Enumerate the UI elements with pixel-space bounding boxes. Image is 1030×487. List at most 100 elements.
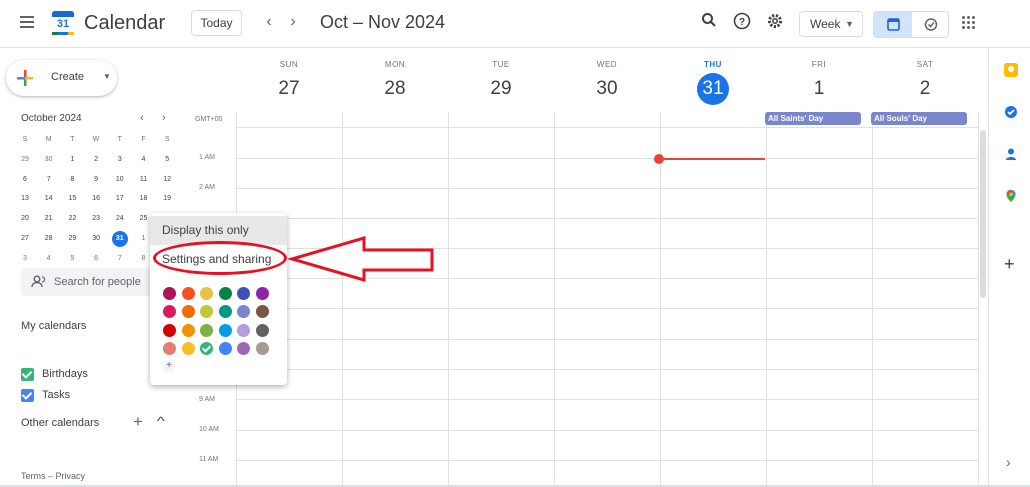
day-number[interactable]: 29 <box>448 78 554 100</box>
view-select[interactable]: Week ▼ <box>799 11 863 37</box>
color-swatch[interactable] <box>237 287 250 300</box>
color-swatch[interactable] <box>237 341 250 355</box>
color-swatch[interactable] <box>255 341 269 355</box>
day-number[interactable]: 30 <box>554 78 660 100</box>
color-swatch[interactable] <box>163 341 176 355</box>
all-day-event[interactable]: All Souls' Day <box>871 112 967 125</box>
color-swatch[interactable] <box>200 287 213 300</box>
color-swatch[interactable] <box>218 287 232 300</box>
day-header[interactable]: FRI 1 <box>766 60 872 100</box>
day-number[interactable]: 31 <box>697 73 729 105</box>
mini-calendar-day[interactable]: 8 <box>62 171 82 189</box>
maps-icon[interactable] <box>1004 189 1018 203</box>
mini-calendar-day[interactable]: 28 <box>39 230 59 248</box>
create-button[interactable]: Create ▼ <box>6 60 117 96</box>
add-icon[interactable]: + <box>1004 254 1015 275</box>
color-swatch[interactable] <box>218 341 232 355</box>
day-number[interactable]: 27 <box>236 78 342 100</box>
day-number[interactable]: 1 <box>766 78 872 100</box>
color-swatch[interactable] <box>218 323 232 337</box>
grid-scrollbar[interactable] <box>980 130 986 298</box>
mini-calendar-day[interactable]: 31 <box>110 230 130 248</box>
collapse-icon[interactable]: ^ <box>157 414 165 428</box>
mini-calendar-day[interactable]: 17 <box>110 190 130 208</box>
color-swatch[interactable] <box>255 287 269 300</box>
color-swatch[interactable] <box>237 323 250 337</box>
main-menu-icon[interactable] <box>20 16 34 28</box>
mini-calendar-day[interactable]: 20 <box>15 210 35 228</box>
day-number[interactable]: 28 <box>342 78 448 100</box>
color-swatch[interactable] <box>255 323 269 337</box>
mini-calendar-day[interactable]: 14 <box>39 190 59 208</box>
mini-calendar-day[interactable]: 13 <box>15 190 35 208</box>
contacts-icon[interactable] <box>1004 147 1018 161</box>
my-calendars-title[interactable]: My calendars <box>21 320 86 332</box>
mini-calendar-day[interactable]: 7 <box>39 171 59 189</box>
chevron-right-icon[interactable]: › <box>283 12 303 32</box>
birthdays-checkbox[interactable] <box>21 368 34 381</box>
tasks-icon[interactable] <box>1004 105 1018 119</box>
day-header[interactable]: WED 30 <box>554 60 660 100</box>
mini-calendar-day[interactable]: 11 <box>134 171 154 189</box>
mini-calendar-day[interactable]: 6 <box>15 171 35 189</box>
mini-calendar-day[interactable]: 30 <box>86 230 106 248</box>
mini-calendar-day[interactable]: 9 <box>86 171 106 189</box>
mini-calendar-day[interactable]: 12 <box>157 171 177 189</box>
search-people-input[interactable]: Search for people <box>21 268 161 296</box>
mini-calendar-day[interactable]: 6 <box>86 250 106 268</box>
apps-grid-icon[interactable] <box>962 16 976 30</box>
mini-calendar-day[interactable]: 30 <box>39 151 59 169</box>
add-custom-color-icon[interactable]: + <box>163 360 175 372</box>
mini-calendar-day[interactable]: 29 <box>62 230 82 248</box>
color-swatch[interactable] <box>163 287 176 300</box>
mini-next-month-icon[interactable]: › <box>162 112 166 124</box>
color-swatch[interactable] <box>181 287 195 300</box>
color-swatch[interactable] <box>181 323 195 337</box>
mini-calendar-day[interactable]: 3 <box>110 151 130 169</box>
add-other-calendar-icon[interactable]: + <box>133 412 143 432</box>
mini-calendar-day[interactable]: 4 <box>134 151 154 169</box>
terms-privacy-link[interactable]: Terms – Privacy <box>21 471 85 481</box>
gear-icon[interactable] <box>764 12 786 34</box>
mini-calendar-day[interactable]: 29 <box>15 151 35 169</box>
mini-prev-month-icon[interactable]: ‹ <box>140 112 144 124</box>
mini-calendar-day[interactable]: 27 <box>15 230 35 248</box>
day-header[interactable]: TUE 29 <box>448 60 554 100</box>
mini-calendar-day[interactable]: 24 <box>110 210 130 228</box>
color-swatch[interactable] <box>181 305 195 319</box>
color-swatch[interactable] <box>255 305 269 319</box>
mini-calendar-day[interactable]: 23 <box>86 210 106 228</box>
mini-calendar-day[interactable]: 5 <box>157 151 177 169</box>
day-header[interactable]: THU 31 <box>660 60 766 105</box>
keep-icon[interactable] <box>1004 63 1018 77</box>
mini-calendar-day[interactable]: 4 <box>39 250 59 268</box>
mini-calendar-day[interactable]: 21 <box>39 210 59 228</box>
mini-calendar-day[interactable]: 15 <box>62 190 82 208</box>
all-day-event[interactable]: All Saints' Day <box>765 112 861 125</box>
color-swatch[interactable] <box>218 305 232 319</box>
color-swatch[interactable] <box>200 341 213 355</box>
color-swatch[interactable] <box>163 323 176 337</box>
mini-calendar-day[interactable]: 1 <box>62 151 82 169</box>
chevron-left-icon[interactable]: ‹ <box>259 12 279 32</box>
day-header[interactable]: SUN 27 <box>236 60 342 100</box>
mini-calendar-day[interactable]: 7 <box>110 250 130 268</box>
mini-calendar-day[interactable]: 5 <box>62 250 82 268</box>
mini-calendar-day[interactable]: 22 <box>62 210 82 228</box>
search-icon[interactable] <box>698 12 720 34</box>
tasks-view-button[interactable] <box>912 12 950 37</box>
help-icon[interactable]: ? <box>731 12 753 34</box>
day-number[interactable]: 2 <box>872 78 978 100</box>
expand-panel-icon[interactable]: › <box>1006 454 1011 470</box>
mini-calendar-day[interactable]: 16 <box>86 190 106 208</box>
day-header[interactable]: SAT 2 <box>872 60 978 100</box>
color-swatch[interactable] <box>181 341 195 355</box>
tasks-checkbox[interactable] <box>21 389 34 402</box>
mini-calendar-day[interactable]: 18 <box>134 190 154 208</box>
mini-calendar-day[interactable]: 3 <box>15 250 35 268</box>
day-header[interactable]: MON 28 <box>342 60 448 100</box>
mini-calendar-day[interactable]: 19 <box>157 190 177 208</box>
calendar-view-button[interactable] <box>874 12 912 37</box>
mini-calendar-day[interactable]: 10 <box>110 171 130 189</box>
mini-calendar-day[interactable]: 2 <box>86 151 106 169</box>
